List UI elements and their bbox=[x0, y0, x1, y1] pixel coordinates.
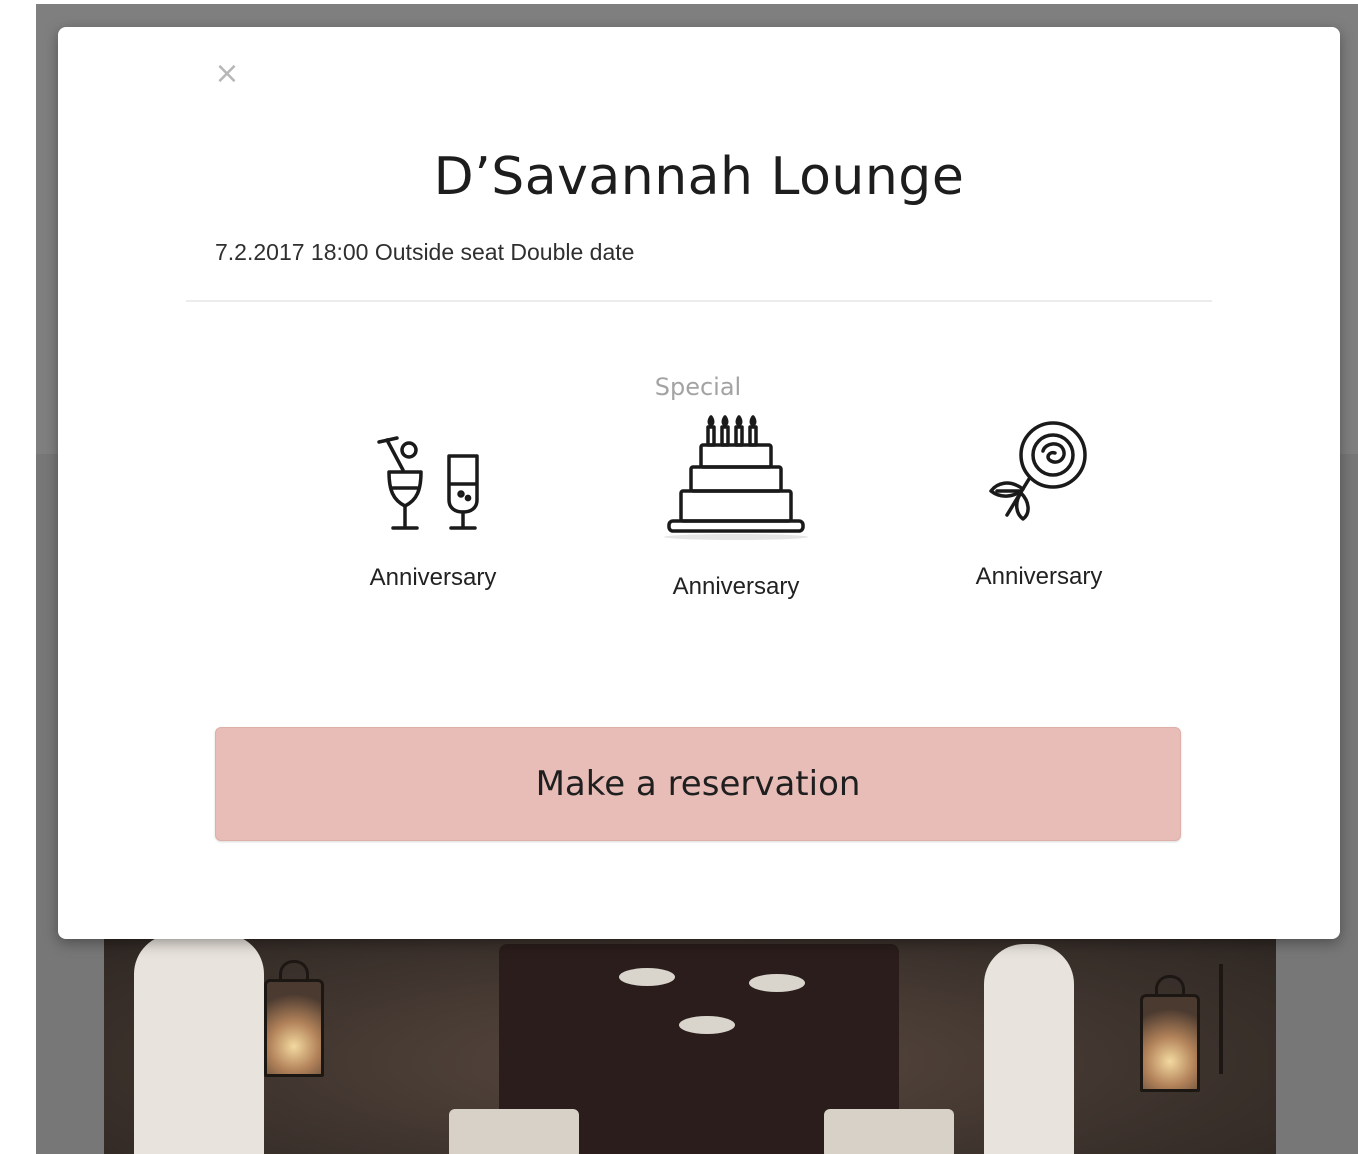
divider bbox=[186, 300, 1212, 302]
option-cake[interactable]: Anniversary bbox=[626, 413, 846, 601]
restaurant-photo bbox=[104, 924, 1276, 1154]
chair-seat-left bbox=[449, 1109, 579, 1154]
close-button[interactable]: × bbox=[210, 57, 244, 91]
reservation-modal: × D’Savannah Lounge 7.2.2017 18:00 Outsi… bbox=[58, 27, 1340, 939]
plate bbox=[619, 968, 675, 986]
rose-icon bbox=[989, 421, 1087, 521]
chair-left bbox=[134, 934, 264, 1154]
chair-right bbox=[984, 944, 1074, 1154]
reservation-details: 7.2.2017 18:00 Outside seat Double date bbox=[215, 239, 635, 265]
drinks-icon bbox=[377, 436, 479, 530]
option-label: Anniversary bbox=[975, 563, 1103, 590]
chair-seat-right bbox=[824, 1109, 954, 1154]
option-label: Anniversary bbox=[672, 573, 800, 600]
venue-title: D’Savannah Lounge bbox=[433, 147, 965, 207]
rope-post bbox=[1219, 964, 1223, 1074]
option-label: Anniversary bbox=[369, 564, 497, 591]
lantern-right bbox=[1140, 975, 1200, 1092]
make-reservation-button[interactable]: Make a reservation bbox=[215, 727, 1181, 841]
special-label: Special bbox=[654, 373, 742, 401]
option-drinks[interactable]: Anniversary bbox=[323, 430, 543, 592]
option-rose[interactable]: Anniversary bbox=[929, 417, 1149, 591]
cake-icon bbox=[664, 415, 808, 540]
lantern-left bbox=[264, 960, 324, 1077]
plate bbox=[749, 974, 805, 992]
plate bbox=[679, 1016, 735, 1034]
